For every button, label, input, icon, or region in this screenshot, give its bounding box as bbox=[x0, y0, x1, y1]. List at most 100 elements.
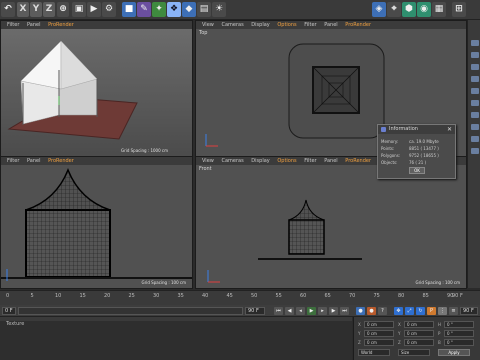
menu-prorender[interactable]: ProRender bbox=[345, 158, 371, 164]
menu-panel[interactable]: Panel bbox=[27, 22, 41, 28]
material-menu-bar bbox=[0, 317, 352, 321]
current-frame-field[interactable]: 0 F bbox=[2, 307, 16, 315]
position-key-icon[interactable]: ✥ bbox=[394, 307, 403, 315]
timeline-tick-label: 75 bbox=[373, 293, 380, 299]
timeline-tick-label: 35 bbox=[177, 293, 184, 299]
undo-icon[interactable]: ↶ bbox=[1, 2, 15, 17]
menu-options[interactable]: Options bbox=[277, 158, 296, 164]
axis-x-button[interactable]: X bbox=[17, 2, 29, 17]
pla-key-icon[interactable]: ⋮ bbox=[438, 307, 447, 315]
menu-filter[interactable]: Filter bbox=[304, 158, 316, 164]
coordinate-field[interactable]: 0 cm bbox=[404, 330, 434, 337]
menu-panel[interactable]: Panel bbox=[27, 158, 41, 164]
menu-panel[interactable]: Panel bbox=[324, 22, 338, 28]
object-icon[interactable] bbox=[471, 52, 479, 58]
object-icon[interactable] bbox=[471, 124, 479, 130]
menu-prorender[interactable]: ProRender bbox=[48, 158, 74, 164]
end-frame-field[interactable]: 90 F bbox=[245, 307, 265, 315]
menu-cameras[interactable]: Cameras bbox=[221, 158, 243, 164]
world-dropdown[interactable]: World bbox=[358, 349, 390, 356]
coordinate-field[interactable]: 0 cm bbox=[364, 321, 394, 328]
object-icon[interactable] bbox=[471, 112, 479, 118]
deformer-icon[interactable]: ◆ bbox=[182, 2, 196, 17]
right-view-scene bbox=[1, 167, 192, 281]
menu-options[interactable]: Options bbox=[277, 22, 296, 28]
menu-filter[interactable]: Filter bbox=[7, 22, 19, 28]
menu-cameras[interactable]: Cameras bbox=[221, 22, 243, 28]
timeline-menu-icon[interactable]: ≡ bbox=[449, 307, 458, 315]
last-frame-icon[interactable]: ⏭ bbox=[340, 307, 349, 315]
object-icon[interactable] bbox=[471, 148, 479, 154]
object-icon[interactable] bbox=[471, 76, 479, 82]
viewport-right[interactable]: Filter Panel ProRender Grid Spacing : 10… bbox=[0, 156, 193, 289]
render-view-icon[interactable]: ▣ bbox=[72, 2, 86, 17]
cube-primitive-icon[interactable]: ■ bbox=[122, 2, 136, 17]
next-frame-icon[interactable]: ▸ bbox=[318, 307, 327, 315]
close-icon[interactable]: ✕ bbox=[447, 125, 452, 134]
coordinate-system-icon[interactable]: ⊕ bbox=[57, 2, 69, 17]
grid-spacing-label: Grid Spacing : 1000 cm bbox=[120, 148, 168, 153]
coordinate-field[interactable]: 0 ° bbox=[444, 330, 474, 337]
menu-view[interactable]: View bbox=[202, 158, 214, 164]
axis-z-button[interactable]: Z bbox=[43, 2, 55, 17]
coordinate-field[interactable]: 0 cm bbox=[404, 321, 434, 328]
coordinate-field[interactable]: 0 cm bbox=[364, 330, 394, 337]
material-manager[interactable]: Texture bbox=[0, 317, 352, 360]
axis-y-button[interactable]: Y bbox=[30, 2, 42, 17]
menu-filter[interactable]: Filter bbox=[7, 158, 19, 164]
menu-display[interactable]: Display bbox=[251, 22, 269, 28]
dialog-titlebar[interactable]: Information ✕ bbox=[378, 125, 455, 134]
workplane-icon[interactable]: ◈ bbox=[372, 2, 386, 17]
parameter-key-icon[interactable]: P bbox=[427, 307, 436, 315]
ok-button[interactable]: OK bbox=[409, 167, 425, 174]
record-icon[interactable]: ● bbox=[356, 307, 365, 315]
rotation-key-icon[interactable]: ↻ bbox=[416, 307, 425, 315]
subdivision-icon[interactable]: ✦ bbox=[152, 2, 166, 17]
coordinate-field[interactable]: 0 cm bbox=[404, 339, 434, 346]
object-icon[interactable] bbox=[471, 64, 479, 70]
menu-panel[interactable]: Panel bbox=[324, 158, 338, 164]
render-picture-viewer-icon[interactable]: ▶ bbox=[87, 2, 101, 17]
object-icon[interactable] bbox=[471, 40, 479, 46]
object-icon[interactable] bbox=[471, 88, 479, 94]
first-frame-icon[interactable]: ⏮ bbox=[274, 307, 283, 315]
viewport-perspective[interactable]: Filter Panel ProRender Grid Spacing : 10… bbox=[0, 20, 193, 157]
coordinate-axis-label: Y bbox=[358, 331, 361, 336]
apply-button[interactable]: Apply bbox=[438, 349, 470, 356]
prev-frame-icon[interactable]: ◂ bbox=[296, 307, 305, 315]
timeline-tick-label: 45 bbox=[226, 293, 233, 299]
frame-range-slider[interactable] bbox=[18, 307, 243, 315]
scale-key-icon[interactable]: ⤢ bbox=[405, 307, 414, 315]
menu-view[interactable]: View bbox=[202, 22, 214, 28]
light-icon[interactable]: ☀ bbox=[212, 2, 226, 17]
object-icon[interactable] bbox=[471, 100, 479, 106]
timeline-ruler[interactable]: 0 5 10 15 20 25 30 35 40 45 50 55 60 65 70 75 80 85 90 90 … bbox=[0, 290, 480, 305]
end-frame-field-2[interactable]: 90 F bbox=[460, 307, 478, 315]
size-dropdown[interactable]: Size bbox=[398, 349, 430, 356]
lock-icon[interactable]: ▦ bbox=[432, 2, 446, 17]
coordinate-field[interactable]: 0 cm bbox=[364, 339, 394, 346]
coordinate-field[interactable]: 0 ° bbox=[444, 339, 474, 346]
next-key-icon[interactable]: ▶ bbox=[329, 307, 338, 315]
object-icon[interactable] bbox=[471, 136, 479, 142]
menu-prorender[interactable]: ProRender bbox=[48, 22, 74, 28]
quantize-icon[interactable]: ⬢ bbox=[402, 2, 416, 17]
keyframe-selection-icon[interactable]: ? bbox=[378, 307, 387, 315]
timeline-tick-label: 15 bbox=[79, 293, 86, 299]
menu-filter[interactable]: Filter bbox=[304, 22, 316, 28]
camera-icon[interactable]: ▤ bbox=[197, 2, 211, 17]
object-manager-strip[interactable] bbox=[467, 20, 480, 288]
layout-icon[interactable]: ⊞ bbox=[452, 2, 466, 17]
info-value-memory: ca. 19.0 Mbyte bbox=[409, 139, 439, 144]
array-icon[interactable]: ❖ bbox=[167, 2, 181, 17]
coordinate-field[interactable]: 0 ° bbox=[444, 321, 474, 328]
snap-icon[interactable]: ⌖ bbox=[387, 2, 401, 17]
prev-key-icon[interactable]: ◀ bbox=[285, 307, 294, 315]
render-settings-icon[interactable]: ⚙ bbox=[102, 2, 116, 17]
menu-display[interactable]: Display bbox=[251, 158, 269, 164]
menu-prorender[interactable]: ProRender bbox=[345, 22, 371, 28]
pen-spline-icon[interactable]: ✎ bbox=[137, 2, 151, 17]
autokey-icon[interactable]: ● bbox=[367, 307, 376, 315]
python-icon[interactable]: ◉ bbox=[417, 2, 431, 17]
play-icon[interactable]: ▶ bbox=[307, 307, 316, 315]
